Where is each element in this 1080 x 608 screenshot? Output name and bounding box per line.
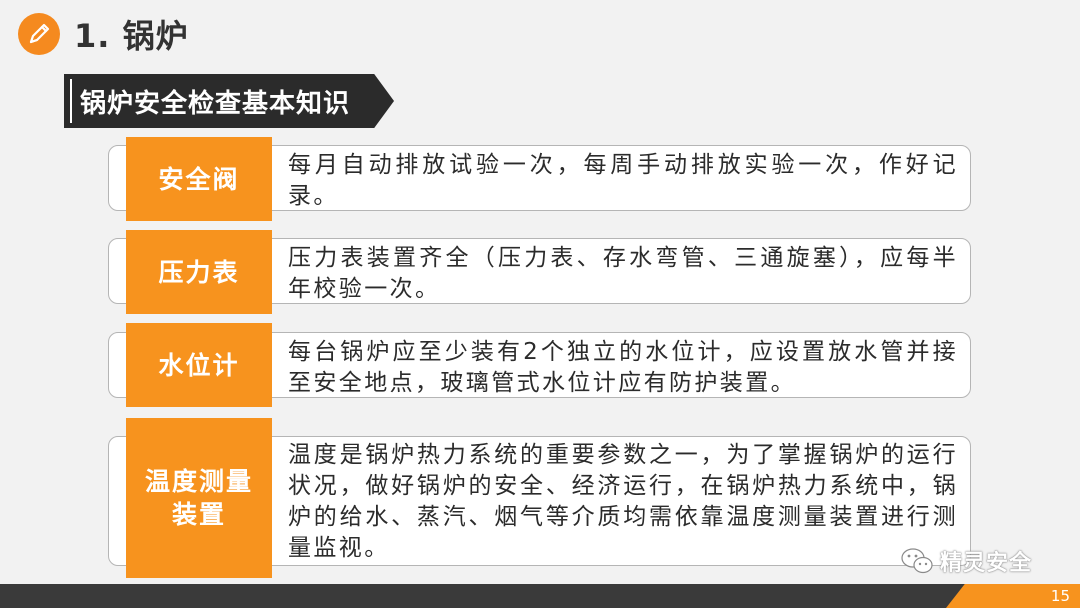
section-banner: 锅炉安全检查基本知识 (64, 74, 394, 128)
item-text-safety-valve: 每月自动排放试验一次，每周手动排放实验一次，作好记录。 (288, 152, 958, 209)
watermark: 精灵安全 (900, 546, 1032, 576)
section-heading: 锅炉安全检查基本知识 (70, 79, 394, 123)
watermark-text: 精灵安全 (940, 551, 1033, 576)
item-label-safety-valve: 安全阀 (126, 137, 272, 221)
page-number: 15 (1050, 587, 1070, 605)
item-label-pressure-gauge: 压力表 (126, 230, 272, 314)
item-text-pressure-gauge: 压力表装置齐全（压力表、存水弯管、三通旋塞），应每半年校验一次。 (288, 245, 958, 302)
item-text-water-level: 每台锅炉应至少装有2个独立的水位计，应设置放水管并接至安全地点，玻璃管式水位计应… (288, 339, 958, 396)
wechat-icon (901, 548, 933, 574)
slide-title: 1. 锅炉 (18, 10, 189, 58)
title-text: 1. 锅炉 (74, 17, 189, 55)
item-label-temperature: 温度测量装置 (126, 418, 272, 578)
item-label-water-level: 水位计 (126, 323, 272, 407)
pencil-icon (18, 13, 60, 55)
footer-bar (0, 584, 1080, 608)
item-text-temperature: 温度是锅炉热力系统的重要参数之一，为了掌握锅炉的运行状况，做好锅炉的安全、经济运… (288, 442, 958, 561)
